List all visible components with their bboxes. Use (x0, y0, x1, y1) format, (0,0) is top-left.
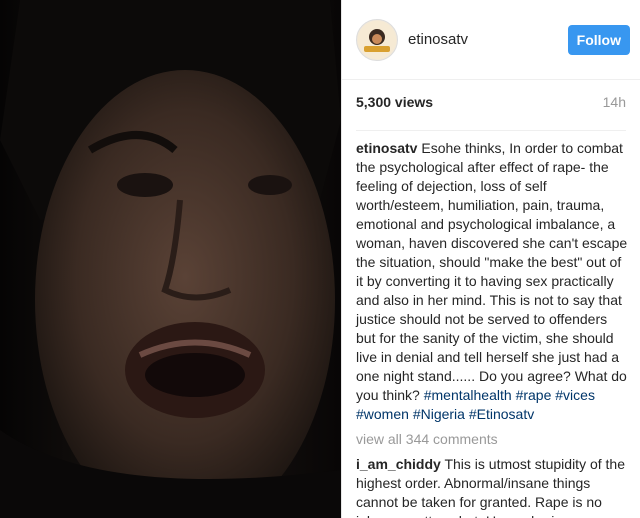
view-all-comments-link[interactable]: view all 344 comments (356, 430, 628, 449)
caption-username[interactable]: etinosatv (356, 140, 417, 156)
caption: etinosatv Esohe thinks, In order to comb… (356, 139, 628, 424)
hashtag-rape[interactable]: #rape (516, 387, 552, 403)
post-details-panel: etinosatv Follow 5,300 views 14h etinosa… (341, 0, 640, 518)
comment-item: i_am_chiddy This is utmost stupidity of … (356, 455, 628, 518)
hashtag-mentalhealth[interactable]: #mentalhealth (424, 387, 512, 403)
comment-username[interactable]: i_am_chiddy (356, 456, 441, 472)
etinosa-logo-icon (358, 20, 396, 59)
hashtag-nigeria[interactable]: #Nigeria (413, 406, 465, 422)
video-frame[interactable] (0, 0, 341, 518)
view-count: 5,300 views (356, 94, 434, 110)
hashtag-vices[interactable]: #vices (555, 387, 595, 403)
username[interactable]: etinosatv (408, 31, 568, 48)
post-header: etinosatv Follow (342, 0, 640, 80)
instagram-post: etinosatv Follow 5,300 views 14h etinosa… (0, 0, 640, 518)
hashtag-etinosatv[interactable]: #Etinosatv (469, 406, 534, 422)
video-image (0, 0, 341, 518)
comment-list: etinosatv Esohe thinks, In order to comb… (342, 131, 640, 518)
follow-button[interactable]: Follow (567, 24, 630, 55)
post-stats: 5,300 views 14h (342, 80, 640, 110)
hashtag-women[interactable]: #women (356, 406, 409, 422)
timestamp[interactable]: 14h (603, 94, 626, 110)
avatar[interactable] (356, 18, 398, 61)
caption-text: Esohe thinks, In order to combat the psy… (356, 140, 628, 403)
